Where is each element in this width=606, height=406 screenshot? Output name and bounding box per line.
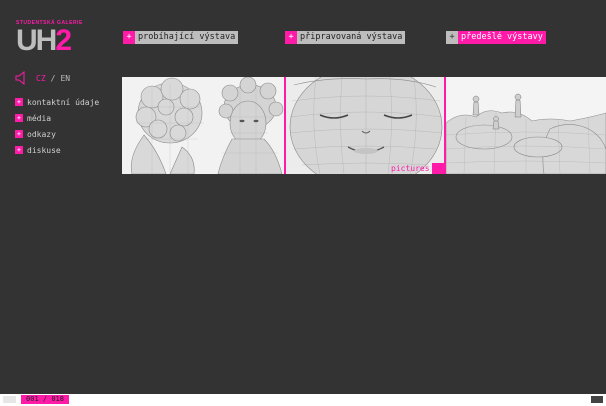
plus-icon: + <box>123 31 135 44</box>
sidebar-item-label: odkazy <box>27 129 56 139</box>
busts-render <box>122 77 284 174</box>
sidebar-item-contacts[interactable]: + kontaktní údaje <box>15 97 99 107</box>
plus-icon: + <box>285 31 297 44</box>
language-cz[interactable]: CZ <box>36 74 46 83</box>
sidebar-item-label: kontaktní údaje <box>27 97 100 107</box>
tab-label: předešlé výstavy <box>458 31 546 44</box>
tab-past-exhibitions[interactable]: + předešlé výstavy <box>446 31 546 44</box>
gallery-strip: pictures <box>122 77 606 174</box>
plus-icon: + <box>15 146 23 154</box>
plus-icon: + <box>15 114 23 122</box>
sidebar-item-links[interactable]: + odkazy <box>15 129 99 139</box>
next-button[interactable] <box>591 396 603 403</box>
previous-button[interactable] <box>3 396 16 403</box>
logo-letters: UH <box>16 24 57 57</box>
logo-number: 2 <box>55 24 72 57</box>
language-separator: / <box>50 73 56 83</box>
sidebar-item-label: média <box>27 113 52 123</box>
tab-current-exhibition[interactable]: + probíhající výstava <box>123 31 239 44</box>
gallery-caption-label: pictures <box>391 164 430 173</box>
gallery-image-hand[interactable] <box>446 77 606 174</box>
hand-render <box>446 77 606 174</box>
gallery-image-face[interactable]: pictures <box>286 77 444 174</box>
face-render <box>286 77 444 174</box>
sidebar-item-media[interactable]: + média <box>15 113 99 123</box>
tab-upcoming-exhibition[interactable]: + připravovaná výstava <box>285 31 406 44</box>
sidebar-item-label: diskuse <box>27 145 61 155</box>
language-switcher: CZ / EN <box>15 71 70 85</box>
gallery-caption[interactable]: pictures <box>389 163 444 174</box>
plus-icon: + <box>446 31 458 44</box>
plus-icon: + <box>15 130 23 138</box>
logo-mark: UH2 <box>16 24 83 57</box>
speaker-icon[interactable] <box>15 71 29 85</box>
caption-marker-icon <box>431 163 444 174</box>
tab-label: připravovaná výstava <box>297 31 406 44</box>
tab-label: probíhající výstava <box>135 31 239 44</box>
language-en[interactable]: EN <box>60 74 70 83</box>
logo[interactable]: STUDENTSKÁ GALERIE UH2 <box>16 20 83 57</box>
gallery-image-busts[interactable] <box>122 77 284 174</box>
image-counter: 001 / 018 <box>21 395 69 404</box>
plus-icon: + <box>15 98 23 106</box>
sidebar: + kontaktní údaje + média + odkazy + dis… <box>15 97 99 161</box>
sidebar-item-discussion[interactable]: + diskuse <box>15 145 99 155</box>
bottom-bar: 001 / 018 <box>0 394 606 406</box>
